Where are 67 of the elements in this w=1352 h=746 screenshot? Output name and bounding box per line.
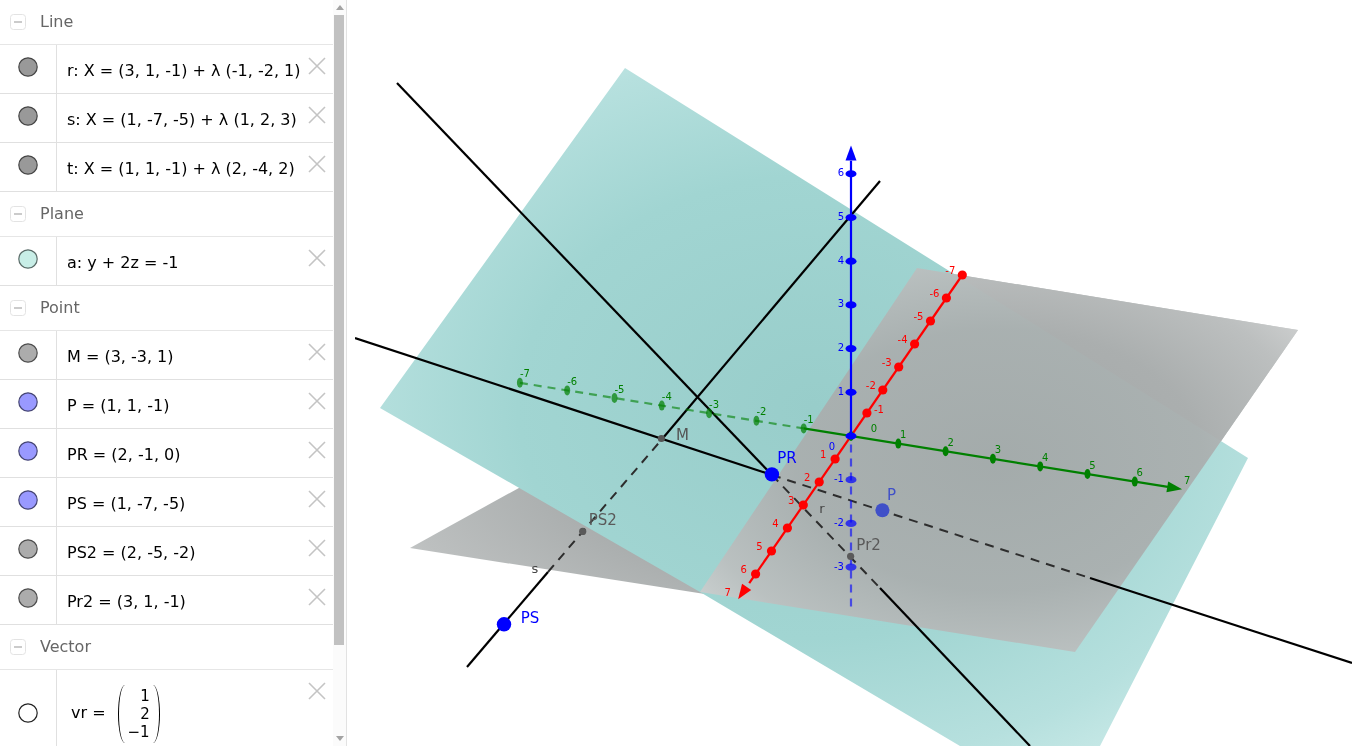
formula: t: X = (1, 1, -1) + λ (2, -4, 2): [67, 158, 295, 179]
formula: a: y + 2z = -1: [67, 252, 179, 273]
scroll-down-icon[interactable]: [335, 736, 344, 741]
vector-component: −1: [127, 723, 150, 741]
close-icon[interactable]: [308, 106, 326, 124]
formula: Pr2 = (3, 1, -1): [67, 591, 186, 612]
dot-icon[interactable]: [18, 490, 38, 510]
axis-tick-label: 6: [1136, 467, 1143, 479]
vector-component: 2: [140, 705, 150, 723]
point-label: PS2: [588, 511, 617, 530]
dot-icon[interactable]: [18, 57, 38, 77]
close-icon[interactable]: [308, 588, 326, 606]
dot-icon[interactable]: [18, 703, 38, 723]
dot-icon[interactable]: [18, 441, 38, 461]
close-icon[interactable]: [308, 57, 326, 75]
formula: PS = (1, -7, -5): [67, 493, 186, 514]
close-icon[interactable]: [308, 343, 326, 361]
scrollbar[interactable]: [333, 0, 346, 746]
vector-label: vr =: [71, 703, 106, 723]
dot-icon[interactable]: [18, 539, 38, 559]
dot-icon[interactable]: [18, 106, 38, 126]
close-icon[interactable]: [308, 490, 326, 508]
close-icon[interactable]: [308, 441, 326, 459]
axis-tick-label: -7: [519, 368, 530, 380]
formula: P = (1, 1, -1): [67, 395, 170, 416]
axis-tick-label: 4: [837, 254, 844, 266]
axis-tick-label: -4: [661, 391, 672, 403]
axis-tick-label: 5: [1089, 459, 1096, 471]
axis-tick-label: -6: [567, 375, 578, 387]
dot-icon[interactable]: [18, 343, 38, 363]
axis-tick-label: 7: [1183, 474, 1191, 486]
dot-icon[interactable]: [18, 588, 38, 608]
line-label: s: [531, 560, 539, 576]
point-label: M: [675, 425, 689, 444]
formula: M = (3, -3, 1): [67, 346, 174, 367]
formula: s: X = (1, -7, -5) + λ (1, 2, 3): [67, 109, 297, 130]
group-title: Line: [40, 12, 74, 32]
axis-tick-label: -5: [614, 383, 625, 395]
formula: PS2 = (2, -5, -2): [67, 542, 196, 563]
group-title: Point: [40, 298, 80, 318]
scroll-up-icon[interactable]: [335, 5, 344, 10]
vector-component: 1: [140, 687, 150, 705]
collapse-icon[interactable]: [10, 639, 26, 655]
axis-tick-label: -3: [709, 398, 720, 410]
axis-tick-label: 4: [1042, 451, 1049, 463]
collapse-icon[interactable]: [10, 206, 26, 222]
close-icon[interactable]: [308, 392, 326, 410]
group-title: Plane: [40, 204, 84, 224]
scrollbar-thumb[interactable]: [334, 15, 344, 645]
axis-tick-label: 3: [994, 444, 1002, 456]
close-icon[interactable]: [308, 682, 326, 700]
collapse-icon[interactable]: [10, 14, 26, 30]
close-icon[interactable]: [308, 539, 326, 557]
close-icon[interactable]: [308, 155, 326, 173]
formula: r: X = (3, 1, -1) + λ (-1, -2, 1): [67, 60, 301, 81]
collapse-icon[interactable]: [10, 300, 26, 316]
axis-tick-label: 6: [837, 167, 844, 179]
axis-tick-label: 6: [740, 563, 747, 575]
axis-tick-label: 5: [837, 211, 844, 222]
close-icon[interactable]: [308, 249, 326, 267]
point-label: PS: [520, 609, 540, 628]
formula: PR = (2, -1, 0): [67, 444, 181, 465]
dot-icon[interactable]: [18, 392, 38, 412]
group-title: Vector: [40, 637, 91, 657]
dot-icon[interactable]: [18, 249, 38, 269]
axis-tick-label: 7: [724, 586, 731, 598]
dot-icon[interactable]: [18, 155, 38, 175]
